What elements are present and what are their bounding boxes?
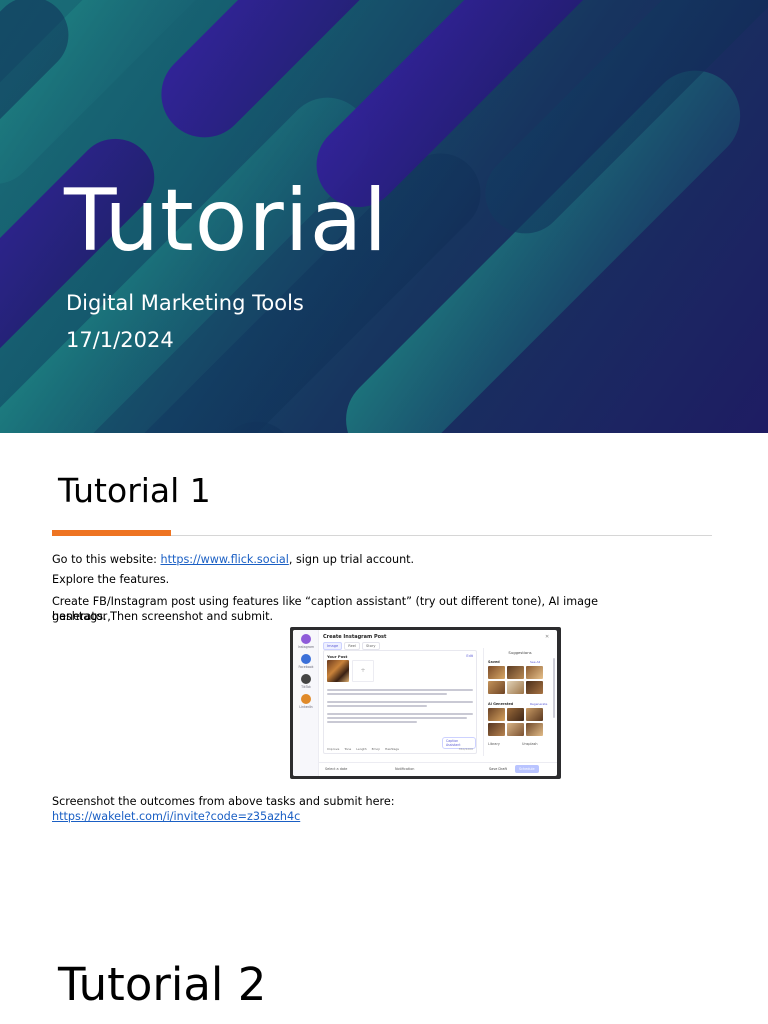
- slide-date: 17/1/2024: [66, 328, 174, 352]
- slide-subtitle: Digital Marketing Tools: [66, 291, 304, 315]
- rail-label: LinkedIn: [299, 705, 313, 709]
- title-slide: Tutorial Digital Marketing Tools 17/1/20…: [0, 0, 768, 433]
- wakelet-link[interactable]: https://wakelet.com/i/invite?code=z35azh…: [52, 810, 300, 823]
- flick-social-link[interactable]: https://www.flick.social: [161, 553, 289, 566]
- ai-image: [507, 723, 524, 736]
- caption-text-line: [327, 701, 473, 703]
- caption-text-line: [327, 693, 447, 695]
- rail-label: TikTok: [301, 685, 311, 689]
- suggestions-title: Suggestions: [508, 650, 532, 655]
- ai-image: [526, 723, 543, 736]
- suggestion-image: [507, 666, 524, 679]
- suggestion-image: [526, 666, 543, 679]
- rail-linkedin: LinkedIn: [293, 694, 319, 709]
- tool-length: Length: [356, 747, 367, 751]
- caption-text-line: [327, 689, 473, 691]
- linkedin-icon: [301, 694, 311, 704]
- submit-link-line: https://wakelet.com/i/invite?code=z35azh…: [52, 809, 652, 824]
- rail-instagram: Instagram: [293, 634, 319, 649]
- suggestions-scrollbar: [553, 658, 555, 718]
- saved-section-label: Saved: [488, 660, 500, 664]
- notification-field: Notification: [395, 767, 415, 771]
- instruction-line-2: Explore the features.: [52, 573, 170, 586]
- unsplash-label: Unsplash: [522, 742, 538, 746]
- platform-rail: Instagram Facebook TikTok LinkedIn: [293, 630, 319, 776]
- flick-screenshot: Instagram Facebook TikTok LinkedIn Creat…: [290, 627, 561, 779]
- section-title: Tutorial 2: [58, 958, 267, 1011]
- divider-line: [171, 535, 712, 536]
- tool-improve: Improve: [327, 747, 340, 751]
- edit-link: Edit: [466, 654, 473, 658]
- instruction-text: Go to this website:: [52, 553, 161, 566]
- tab-image: Image: [323, 642, 343, 650]
- tab-story: Story: [362, 642, 380, 650]
- dialog-title: Create Instagram Post: [323, 634, 387, 640]
- suggestion-image: [526, 681, 543, 694]
- facebook-icon: [301, 654, 311, 664]
- tab-reel: Reel: [344, 642, 361, 650]
- caption-text-line: [327, 721, 417, 723]
- suggestion-image: [488, 681, 505, 694]
- tool-emoji: Emoji: [371, 747, 380, 751]
- tiktok-icon: [301, 674, 311, 684]
- slide-title: Tutorial: [64, 171, 389, 271]
- ai-image: [526, 708, 543, 721]
- post-editor: Your Post Edit + Caption Assistant Impro…: [323, 650, 477, 754]
- add-image-icon: +: [352, 660, 374, 682]
- tool-tone: Tone: [344, 747, 352, 751]
- regenerate-link: Regenerate: [530, 702, 548, 706]
- schedule-button: Schedule: [515, 765, 539, 773]
- dialog-footer: Select a date Notification Save Draft Sc…: [319, 762, 557, 776]
- ai-image: [488, 723, 505, 736]
- post-toolbar: Improve Tone Length Emoji Hashtags: [327, 747, 399, 751]
- caption-text-line: [327, 705, 427, 707]
- select-date-field: Select a date: [325, 767, 348, 771]
- ai-image: [488, 708, 505, 721]
- see-all-link: See All: [530, 660, 541, 664]
- instruction-text: , sign up trial account.: [288, 553, 415, 566]
- save-draft-button: Save Draft: [489, 767, 507, 771]
- rail-label: Instagram: [297, 645, 315, 649]
- caption-text-line: [327, 713, 473, 715]
- post-image-thumbnail: [327, 660, 349, 682]
- character-count: 350/2200: [458, 747, 473, 751]
- submit-instruction: Screenshot the outcomes from above tasks…: [52, 795, 395, 808]
- instruction-line-3b: hashtags. Then screenshot and submit.: [52, 610, 274, 623]
- ai-image: [507, 708, 524, 721]
- caption-text-line: [327, 717, 467, 719]
- create-post-dialog: Instagram Facebook TikTok LinkedIn Creat…: [293, 630, 557, 776]
- accent-rule: [52, 530, 171, 536]
- ai-section-label: AI Generated: [488, 702, 514, 706]
- section-title: Tutorial 1: [58, 471, 211, 510]
- suggestion-image: [488, 666, 505, 679]
- instagram-icon: [301, 634, 311, 644]
- rail-facebook: Facebook: [293, 654, 319, 669]
- instruction-line-1: Go to this website: https://www.flick.so…: [52, 552, 652, 567]
- library-label: Library: [488, 742, 500, 746]
- rail-tiktok: TikTok: [293, 674, 319, 689]
- close-icon: ✕: [545, 634, 550, 640]
- suggestion-image: [507, 681, 524, 694]
- rail-label: Facebook: [298, 665, 314, 669]
- tool-hashtags: Hashtags: [384, 747, 399, 751]
- post-heading: Your Post: [327, 654, 348, 659]
- suggestions-panel: Suggestions Saved See All AI Generated R…: [483, 648, 555, 756]
- post-type-tabs: Image Reel Story: [323, 642, 380, 650]
